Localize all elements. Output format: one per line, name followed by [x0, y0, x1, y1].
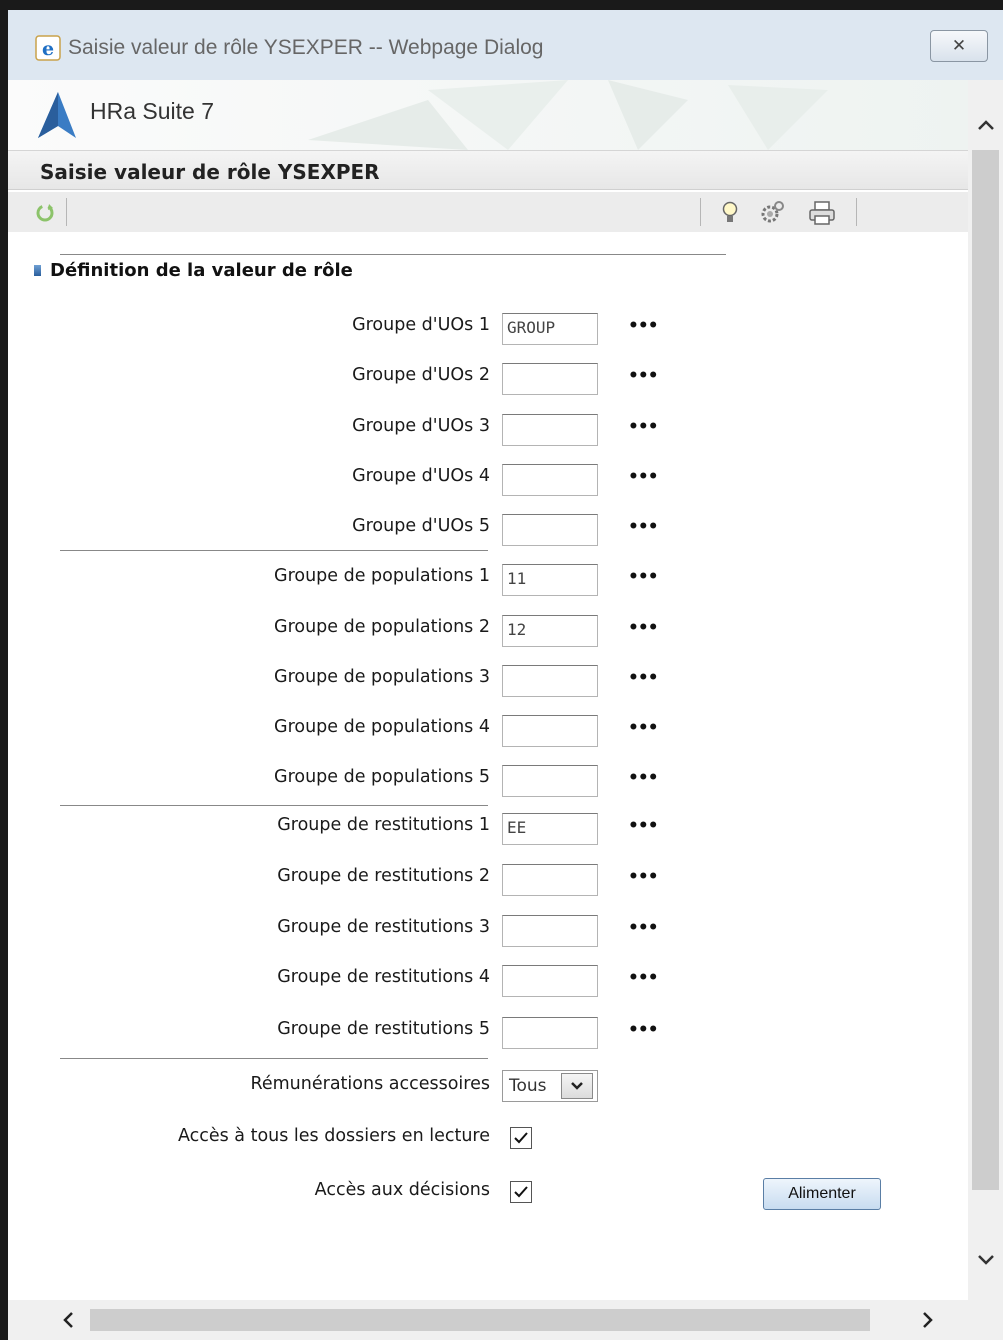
access-decisions-checkbox[interactable]: [510, 1181, 532, 1203]
uo-group-2-lookup-button[interactable]: •••: [628, 366, 659, 386]
uo-group-5-lookup-button[interactable]: •••: [628, 517, 659, 537]
uo-group-4-label: Groupe d'UOs 4: [352, 466, 490, 486]
uo-group-4-input[interactable]: [502, 464, 598, 496]
restitution-group-5-label: Groupe de restitutions 5: [277, 1019, 490, 1039]
scroll-up-icon[interactable]: [968, 105, 1003, 145]
restitution-group-1-lookup-button[interactable]: •••: [628, 816, 659, 836]
population-group-1-label: Groupe de populations 1: [274, 566, 490, 586]
brand-watermark: [308, 80, 828, 150]
restitution-group-2-input[interactable]: [502, 864, 598, 896]
restitution-group-2-lookup-button[interactable]: •••: [628, 867, 659, 887]
printer-icon[interactable]: [808, 200, 836, 226]
uo-group-1-label: Groupe d'UOs 1: [352, 315, 490, 335]
restitution-group-2-label: Groupe de restitutions 2: [277, 866, 490, 886]
refresh-icon[interactable]: [34, 202, 56, 224]
dialog-content: HRa Suite 7 Saisie valeur de rôle YSEXPE…: [8, 80, 1003, 1340]
uo-group-1-input[interactable]: GROUP: [502, 313, 598, 345]
close-button[interactable]: ✕: [930, 30, 988, 62]
access-read-label: Accès à tous les dossiers en lecture: [177, 1126, 490, 1146]
population-group-3-input[interactable]: [502, 665, 598, 697]
toolbar: [8, 192, 968, 232]
remunerations-select[interactable]: Tous: [502, 1070, 598, 1102]
population-group-2-lookup-button[interactable]: •••: [628, 618, 659, 638]
uo-group-2-label: Groupe d'UOs 2: [352, 365, 490, 385]
population-group-3-lookup-button[interactable]: •••: [628, 668, 659, 688]
title-bar: e Saisie valeur de rôle YSEXPER -- Webpa…: [8, 10, 1003, 80]
population-group-4-label: Groupe de populations 4: [274, 717, 490, 737]
population-group-3-label: Groupe de populations 3: [274, 667, 490, 687]
restitution-group-3-lookup-button[interactable]: •••: [628, 918, 659, 938]
uo-group-3-label: Groupe d'UOs 3: [352, 416, 490, 436]
lightbulb-icon[interactable]: [720, 200, 740, 226]
population-group-5-label: Groupe de populations 5: [274, 767, 490, 787]
group-divider: [60, 550, 488, 551]
uo-group-5-label: Groupe d'UOs 5: [352, 516, 490, 536]
remunerations-label: Rémunérations accessoires: [250, 1074, 491, 1094]
svg-text:e: e: [42, 38, 54, 60]
scroll-left-icon[interactable]: [48, 1300, 88, 1340]
population-group-5-input[interactable]: [502, 765, 598, 797]
close-icon: ✕: [951, 36, 967, 56]
ie-icon: e: [35, 35, 61, 61]
access-read-checkbox[interactable]: [510, 1127, 532, 1149]
window-title: Saisie valeur de rôle YSEXPER -- Webpage…: [68, 36, 544, 59]
population-group-4-input[interactable]: [502, 715, 598, 747]
horizontal-scroll-thumb[interactable]: [90, 1309, 870, 1331]
scroll-down-icon[interactable]: [968, 1240, 1003, 1280]
uo-group-3-input[interactable]: [502, 414, 598, 446]
restitution-group-4-label: Groupe de restitutions 4: [277, 967, 490, 987]
restitution-group-4-input[interactable]: [502, 965, 598, 997]
chevron-down-icon[interactable]: [561, 1073, 593, 1099]
restitution-group-5-lookup-button[interactable]: •••: [628, 1020, 659, 1040]
vertical-scroll-thumb[interactable]: [972, 150, 999, 1190]
restitution-group-1-label: Groupe de restitutions 1: [277, 815, 490, 835]
scroll-right-icon[interactable]: [908, 1300, 948, 1340]
checkmark-icon: [514, 1132, 528, 1144]
checkmark-icon: [514, 1186, 528, 1198]
restitution-group-3-input[interactable]: [502, 915, 598, 947]
restitution-group-4-lookup-button[interactable]: •••: [628, 968, 659, 988]
restitution-group-3-label: Groupe de restitutions 3: [277, 917, 490, 937]
restitution-group-1-input[interactable]: EE: [502, 813, 598, 845]
uo-group-2-input[interactable]: [502, 363, 598, 395]
restitution-group-5-input[interactable]: [502, 1017, 598, 1049]
uo-group-1-lookup-button[interactable]: •••: [628, 316, 659, 336]
remunerations-selected-value: Tous: [509, 1076, 547, 1096]
population-group-1-lookup-button[interactable]: •••: [628, 567, 659, 587]
section-divider: [60, 254, 726, 255]
group-divider: [60, 1058, 488, 1059]
access-decisions-label: Accès aux décisions: [314, 1180, 490, 1200]
brand-name: HRa Suite 7: [90, 98, 215, 124]
toolbar-separator: [66, 198, 67, 226]
dialog-window: e Saisie valeur de rôle YSEXPER -- Webpa…: [8, 10, 1003, 1340]
section-title: Définition de la valeur de rôle: [50, 260, 353, 281]
page-title: Saisie valeur de rôle YSEXPER: [40, 160, 380, 184]
toolbar-separator: [700, 198, 701, 226]
toolbar-separator: [856, 198, 857, 226]
uo-group-5-input[interactable]: [502, 514, 598, 546]
brand-bar: HRa Suite 7: [8, 80, 968, 150]
page-title-bar: Saisie valeur de rôle YSEXPER: [8, 150, 968, 190]
population-group-2-label: Groupe de populations 2: [274, 617, 490, 637]
population-group-2-input[interactable]: 12: [502, 615, 598, 647]
horizontal-scrollbar[interactable]: [8, 1300, 1003, 1340]
uo-group-4-lookup-button[interactable]: •••: [628, 467, 659, 487]
feed-button[interactable]: Alimenter: [763, 1178, 881, 1210]
uo-group-3-lookup-button[interactable]: •••: [628, 417, 659, 437]
vertical-scrollbar[interactable]: [968, 80, 1003, 1300]
group-divider: [60, 805, 488, 806]
population-group-5-lookup-button[interactable]: •••: [628, 768, 659, 788]
population-group-1-input[interactable]: 11: [502, 564, 598, 596]
section-bullet-icon: [34, 265, 41, 276]
settings-icon[interactable]: [758, 200, 786, 226]
brand-logo-icon: [38, 92, 76, 138]
population-group-4-lookup-button[interactable]: •••: [628, 718, 659, 738]
